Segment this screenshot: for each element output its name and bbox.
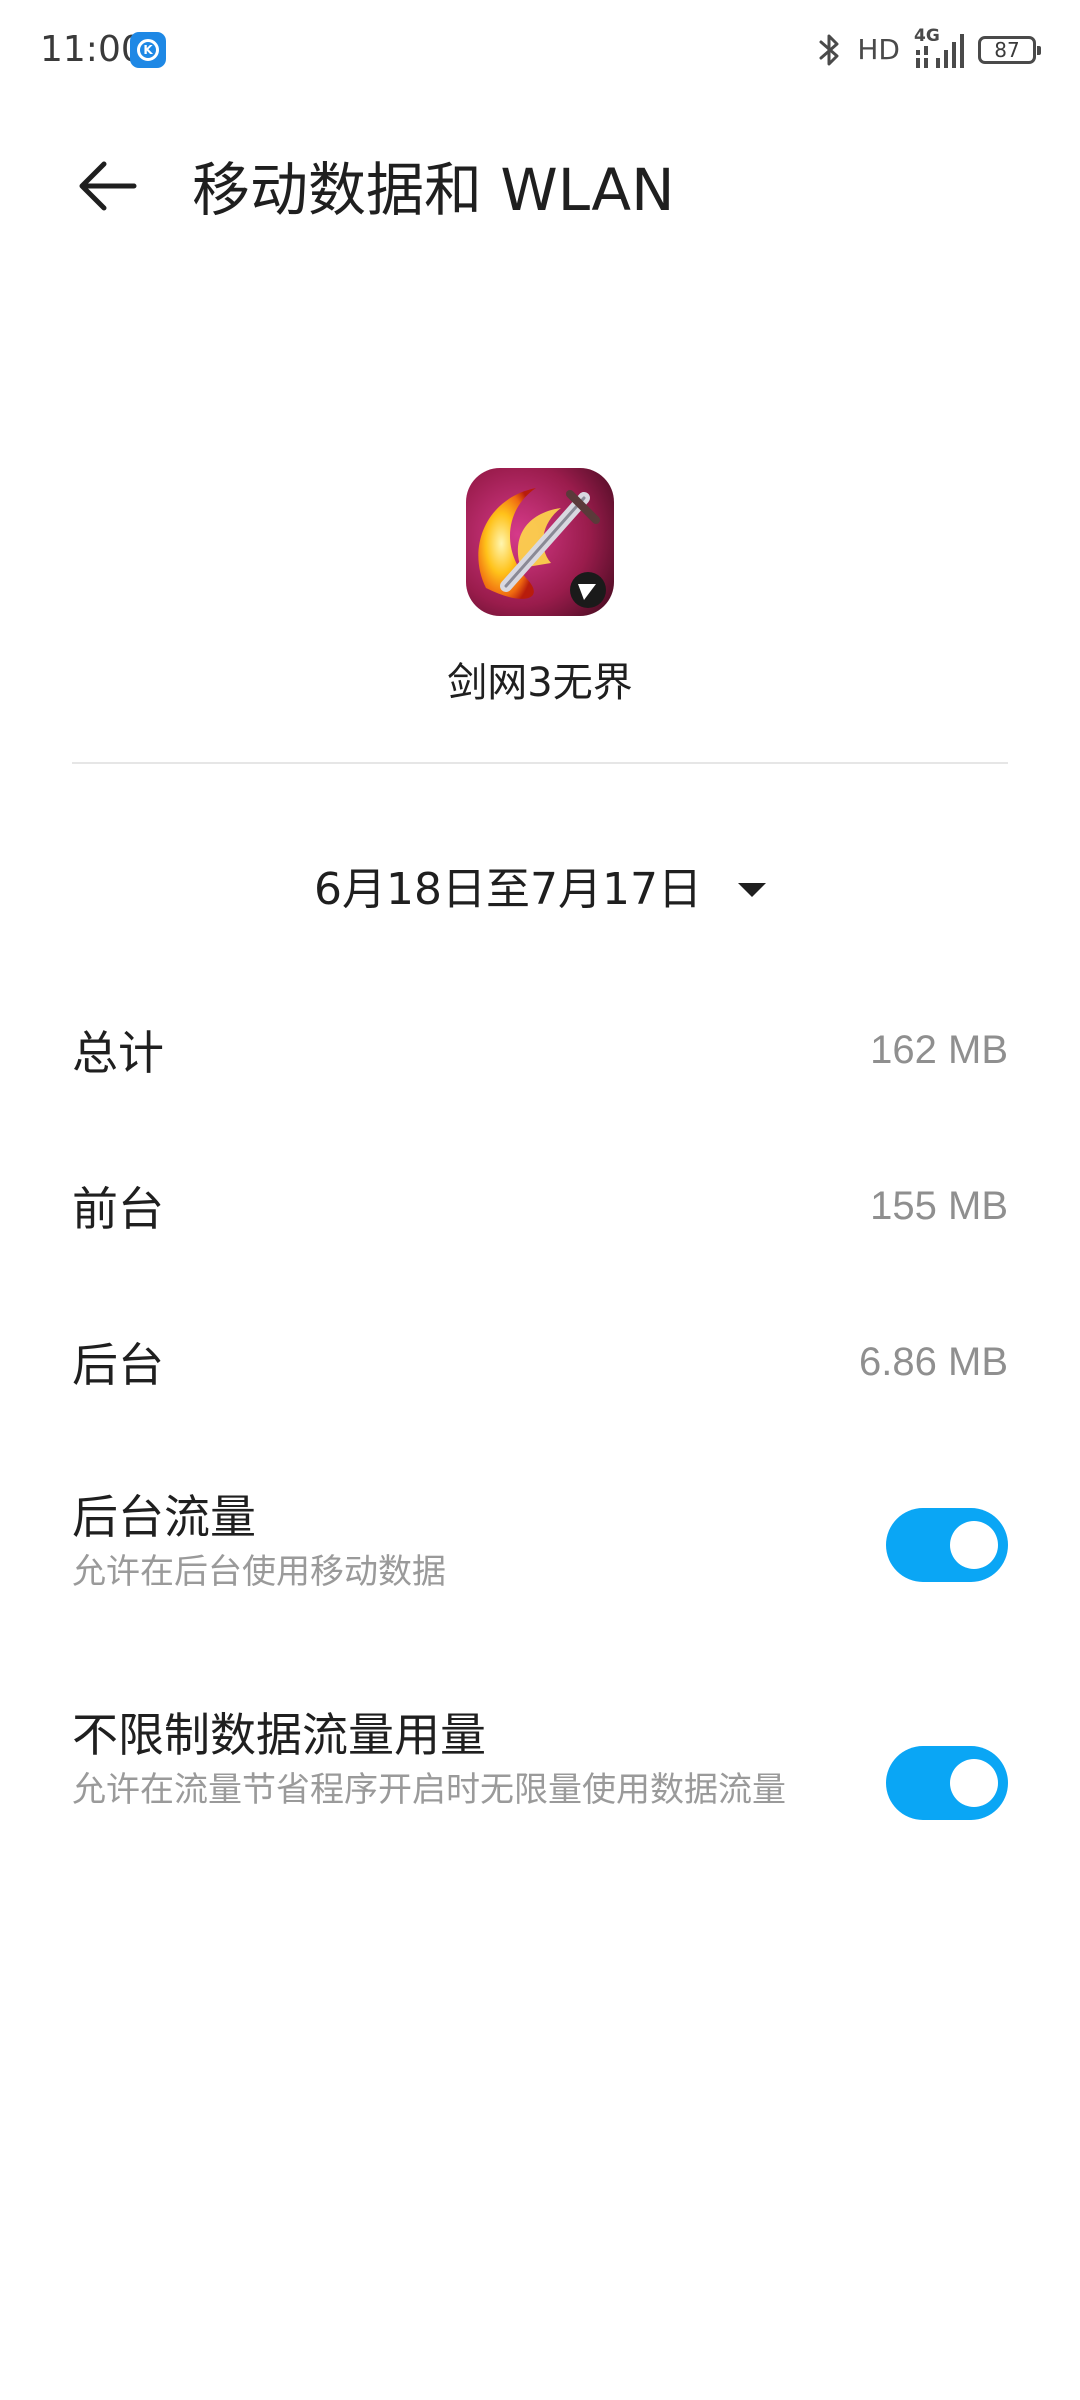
usage-label: 前台 [72, 1182, 164, 1236]
setting-background-data[interactable]: 后台流量 允许在后台使用移动数据 [72, 1486, 1008, 1606]
setting-description: 允许在后台使用移动数据 [72, 1552, 446, 1592]
hd-label: HD [857, 33, 900, 66]
usage-row-background: 后台 6.86 MB [72, 1330, 1008, 1394]
usage-value: 162 MB [870, 1027, 1008, 1072]
setting-description: 允许在流量节省程序开启时无限量使用数据流量 [72, 1770, 786, 1810]
usage-label: 总计 [72, 1026, 164, 1080]
battery-icon: 87 [978, 36, 1041, 64]
page-title: 移动数据和 WLAN [192, 156, 675, 224]
toggle-knob [950, 1521, 998, 1569]
toggle-knob [950, 1759, 998, 1807]
dropdown-arrow-icon [737, 883, 766, 897]
setting-title: 不限制数据流量用量 [72, 1708, 486, 1762]
notification-app-icon: K [130, 32, 166, 68]
usage-value: 155 MB [870, 1183, 1008, 1228]
date-range-selector[interactable]: 6月18日至7月17日 [0, 860, 1080, 920]
usage-row-foreground: 前台 155 MB [72, 1174, 1008, 1238]
setting-title: 后台流量 [72, 1490, 256, 1544]
battery-level: 87 [994, 38, 1020, 62]
date-range-label: 6月18日至7月17日 [314, 864, 702, 915]
background-data-toggle[interactable] [886, 1508, 1008, 1582]
divider [72, 762, 1008, 764]
app-name: 剑网3无界 [447, 660, 633, 706]
usage-row-total: 总计 162 MB [72, 1018, 1008, 1082]
status-time: 11:00 [40, 29, 144, 70]
signal-icon: 4G [914, 26, 964, 72]
back-arrow-icon[interactable] [72, 150, 144, 222]
usage-label: 后台 [72, 1338, 164, 1392]
app-icon [466, 468, 614, 616]
setting-unrestricted-data[interactable]: 不限制数据流量用量 允许在流量节省程序开启时无限量使用数据流量 [72, 1704, 1008, 1864]
bluetooth-icon [819, 34, 839, 66]
status-icons: HD 4G 87 [817, 26, 1041, 72]
unrestricted-data-toggle[interactable] [886, 1746, 1008, 1820]
usage-value: 6.86 MB [859, 1339, 1008, 1384]
